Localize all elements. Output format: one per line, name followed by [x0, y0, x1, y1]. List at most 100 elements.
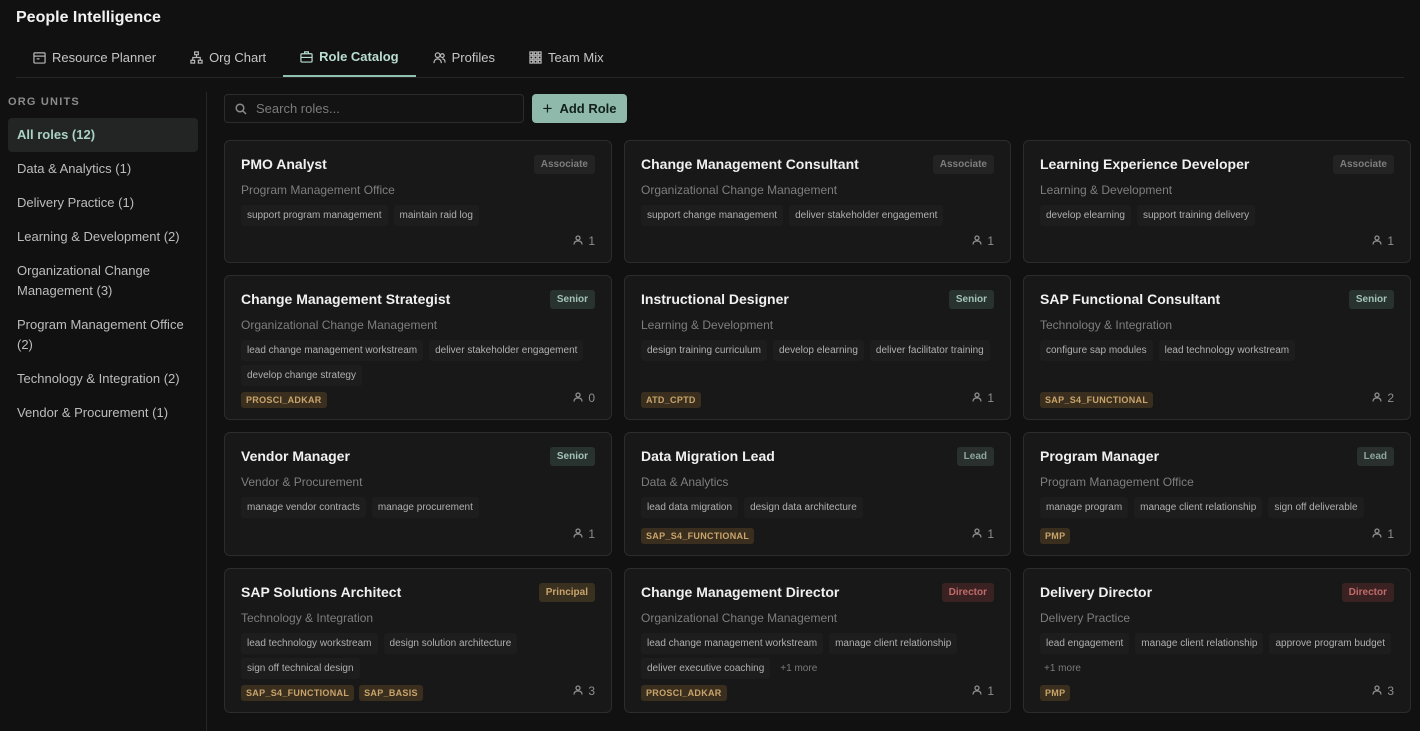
cert-list: PROSCI_ADKAR [641, 685, 727, 701]
skill-tag: lead engagement [1040, 633, 1130, 654]
cert-list: PMP [1040, 685, 1071, 701]
person-icon [1372, 527, 1382, 541]
skill-list: support program management maintain raid … [241, 205, 595, 230]
role-card[interactable]: Data Migration Lead Lead Data & Analytics l… [624, 432, 1011, 556]
headcount: 1 [972, 234, 994, 248]
sidebar-item-data-analytics[interactable]: Data & Analytics (1) [8, 152, 198, 186]
skill-list: lead technology workstream design solutio… [241, 633, 595, 683]
skill-tag: lead technology workstream [241, 633, 378, 654]
search-input[interactable] [256, 101, 516, 116]
role-org-unit: Learning & Development [641, 318, 774, 332]
skill-tag: manage vendor contracts [241, 497, 366, 518]
level-badge: Principal [538, 583, 595, 602]
tab-label: Resource Planner [52, 50, 157, 65]
calendar-icon [33, 52, 46, 64]
tab-org-chart[interactable]: Org Chart [173, 38, 283, 77]
skill-tag: deliver facilitator training [869, 340, 990, 361]
role-title: SAP Functional Consultant [1040, 291, 1221, 307]
role-card[interactable]: Change Management Director Director Organi… [624, 568, 1011, 713]
sidebar-item-delivery-practice[interactable]: Delivery Practice (1) [8, 186, 198, 220]
cert-badge: SAP_S4_FUNCTIONAL [1040, 392, 1154, 408]
skill-tag: design solution architecture [383, 633, 518, 654]
skill-tag: develop elearning [1040, 205, 1131, 226]
role-title: Change Management Strategist [241, 291, 451, 307]
headcount: 1 [573, 527, 595, 541]
cert-list: PMP [1040, 528, 1071, 544]
level-badge: Senior [948, 290, 994, 309]
role-org-unit: Organizational Change Management [641, 611, 838, 625]
cert-list: SAP_S4_FUNCTIONAL SAP_BASIS [241, 685, 423, 701]
sidebar-item-technology-integration[interactable]: Technology & Integration (2) [8, 362, 198, 396]
role-org-unit: Program Management Office [1040, 475, 1194, 489]
role-card[interactable]: SAP Solutions Architect Principal Technolo… [224, 568, 612, 713]
skill-list: lead engagement manage client relationshi… [1040, 633, 1394, 679]
skill-tag: manage program [1040, 497, 1129, 518]
sidebar-item-learning-development[interactable]: Learning & Development (2) [8, 220, 198, 254]
more-skills-link[interactable]: +1 more [776, 658, 821, 683]
org-chart-icon [190, 51, 203, 64]
headcount-value: 2 [1387, 391, 1394, 405]
role-title: Vendor Manager [241, 448, 350, 464]
role-title: Change Management Director [641, 584, 840, 600]
role-card[interactable]: Program Manager Lead Program Management Of… [1023, 432, 1411, 556]
cert-badge: PMP [1040, 528, 1071, 544]
role-org-unit: Technology & Integration [241, 611, 374, 625]
skill-tag: deliver executive coaching [641, 658, 771, 679]
headcount: 1 [1372, 234, 1394, 248]
cert-list: SAP_S4_FUNCTIONAL [1040, 392, 1154, 408]
role-card[interactable]: Learning Experience Developer Associate Le… [1023, 140, 1411, 263]
level-badge: Senior [549, 290, 595, 309]
sidebar-item-vendor-procurement[interactable]: Vendor & Procurement (1) [8, 396, 198, 430]
role-card[interactable]: SAP Functional Consultant Senior Technolog… [1023, 275, 1411, 420]
role-card[interactable]: Delivery Director Director Delivery Practi… [1023, 568, 1411, 713]
add-role-button[interactable]: + Add Role [532, 94, 627, 123]
sidebar-item-program-management[interactable]: Program Management Office (2) [8, 308, 198, 362]
skill-tag: approve program budget [1269, 633, 1392, 654]
plus-icon: + [542, 99, 553, 118]
person-icon [972, 234, 982, 248]
skill-tag: manage procurement [371, 497, 479, 518]
skill-list: manage program manage client relationship… [1040, 497, 1394, 522]
skill-tag: configure sap modules [1040, 340, 1153, 361]
tab-team-mix[interactable]: Team Mix [512, 38, 621, 77]
role-card[interactable]: Instructional Designer Senior Learning & D… [624, 275, 1011, 420]
search-icon [235, 102, 247, 115]
role-card[interactable]: Vendor Manager Senior Vendor & Procurement… [224, 432, 612, 556]
skill-list: configure sap modules lead technology wor… [1040, 340, 1394, 365]
tab-resource-planner[interactable]: Resource Planner [16, 38, 173, 77]
headcount: 0 [573, 391, 595, 405]
person-icon [573, 391, 583, 405]
grid-icon [529, 51, 542, 64]
skill-tag: support change management [641, 205, 784, 226]
headcount: 3 [573, 684, 595, 698]
tab-profiles[interactable]: Profiles [416, 38, 512, 77]
more-skills-link[interactable]: +1 more [1040, 658, 1085, 679]
role-org-unit: Technology & Integration [1040, 318, 1173, 332]
skill-tag: support training delivery [1136, 205, 1256, 226]
person-icon [573, 684, 583, 698]
headcount-value: 1 [987, 684, 994, 698]
cert-badge: SAP_BASIS [359, 685, 423, 701]
skill-tag: sign off technical design [241, 658, 360, 679]
skill-tag: develop elearning [772, 340, 864, 361]
users-icon [432, 52, 446, 64]
search-box [224, 94, 524, 123]
role-card[interactable]: Change Management Consultant Associate Org… [624, 140, 1011, 263]
role-org-unit: Program Management Office [241, 183, 395, 197]
skill-tag: manage client relationship [1134, 497, 1263, 518]
cert-list: PROSCI_ADKAR [241, 392, 327, 408]
role-org-unit: Organizational Change Management [641, 183, 838, 197]
role-org-unit: Vendor & Procurement [241, 475, 363, 489]
level-badge: Director [941, 583, 994, 602]
role-title: Data Migration Lead [641, 448, 775, 464]
tab-role-catalog[interactable]: Role Catalog [283, 38, 416, 77]
sidebar-heading: ORG UNITS [8, 96, 80, 108]
skill-tag: lead change management workstream [641, 633, 824, 654]
sidebar-item-all-roles[interactable]: All roles (12) [8, 118, 198, 152]
role-card[interactable]: Change Management Strategist Senior Organi… [224, 275, 612, 420]
role-card[interactable]: PMO Analyst Associate Program Management O… [224, 140, 612, 263]
skill-tag: lead data migration [641, 497, 739, 518]
headcount-value: 1 [1387, 527, 1394, 541]
skill-tag: support program management [241, 205, 388, 226]
sidebar-item-organizational-change[interactable]: Organizational Change Management (3) [8, 254, 198, 308]
